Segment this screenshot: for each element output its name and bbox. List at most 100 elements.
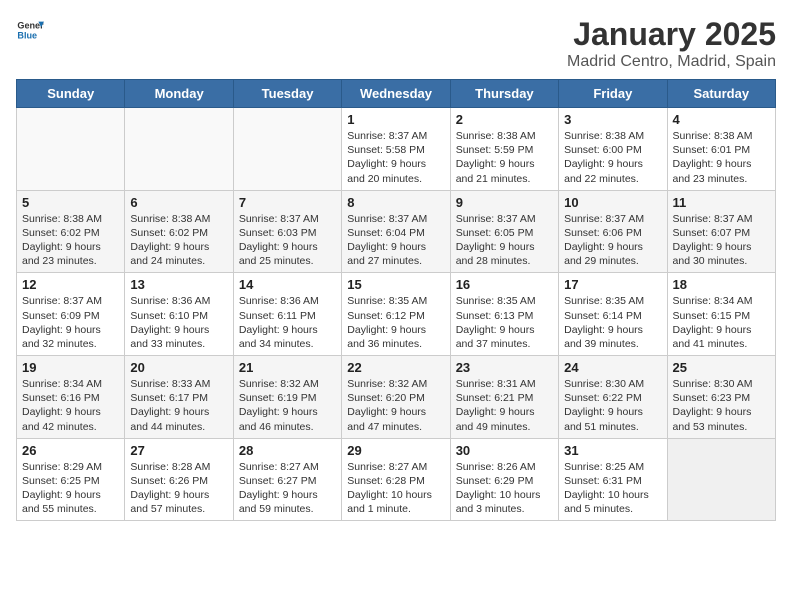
weekday-header: Wednesday [342,80,450,108]
day-number: 31 [564,443,661,458]
cell-content: Sunrise: 8:37 AM Sunset: 6:04 PM Dayligh… [347,212,444,269]
calendar-cell: 22 Sunrise: 8:32 AM Sunset: 6:20 PM Dayli… [342,356,450,439]
day-number: 25 [673,360,770,375]
day-number: 23 [456,360,553,375]
cell-content: Sunrise: 8:33 AM Sunset: 6:17 PM Dayligh… [130,377,227,434]
cell-content: Sunrise: 8:25 AM Sunset: 6:31 PM Dayligh… [564,460,661,517]
weekday-header: Thursday [450,80,558,108]
calendar-cell: 8 Sunrise: 8:37 AM Sunset: 6:04 PM Daylig… [342,190,450,273]
calendar-cell: 30 Sunrise: 8:26 AM Sunset: 6:29 PM Dayli… [450,438,558,521]
cell-content: Sunrise: 8:30 AM Sunset: 6:23 PM Dayligh… [673,377,770,434]
day-number: 15 [347,277,444,292]
calendar-cell: 2 Sunrise: 8:38 AM Sunset: 5:59 PM Daylig… [450,108,558,191]
location-title: Madrid Centro, Madrid, Spain [567,53,776,71]
cell-content: Sunrise: 8:38 AM Sunset: 6:01 PM Dayligh… [673,129,770,186]
cell-content: Sunrise: 8:38 AM Sunset: 6:02 PM Dayligh… [130,212,227,269]
cell-content: Sunrise: 8:35 AM Sunset: 6:14 PM Dayligh… [564,294,661,351]
cell-content: Sunrise: 8:37 AM Sunset: 6:07 PM Dayligh… [673,212,770,269]
weekday-header: Sunday [17,80,125,108]
cell-content: Sunrise: 8:31 AM Sunset: 6:21 PM Dayligh… [456,377,553,434]
calendar-cell: 18Sunrise: 8:34 AM Sunset: 6:15 PM Dayli… [667,273,775,356]
cell-content: Sunrise: 8:35 AM Sunset: 6:13 PM Dayligh… [456,294,553,351]
calendar-cell: 12 Sunrise: 8:37 AM Sunset: 6:09 PM Dayli… [17,273,125,356]
day-number: 9 [456,195,553,210]
month-title: January 2025 [567,16,776,53]
day-number: 24 [564,360,661,375]
day-number: 21 [239,360,336,375]
cell-content: Sunrise: 8:37 AM Sunset: 6:09 PM Dayligh… [22,294,119,351]
weekday-header: Monday [125,80,233,108]
cell-content: Sunrise: 8:37 AM Sunset: 6:03 PM Dayligh… [239,212,336,269]
calendar-cell: 16 Sunrise: 8:35 AM Sunset: 6:13 PM Dayli… [450,273,558,356]
calendar-cell: 25 Sunrise: 8:30 AM Sunset: 6:23 PM Dayli… [667,356,775,439]
day-number: 3 [564,112,661,127]
cell-content: Sunrise: 8:34 AM Sunset: 6:15 PM Dayligh… [673,294,770,351]
day-number: 26 [22,443,119,458]
calendar-cell [17,108,125,191]
cell-content: Sunrise: 8:38 AM Sunset: 5:59 PM Dayligh… [456,129,553,186]
calendar-cell: 29 Sunrise: 8:27 AM Sunset: 6:28 PM Dayli… [342,438,450,521]
day-number: 6 [130,195,227,210]
calendar-cell: 14 Sunrise: 8:36 AM Sunset: 6:11 PM Dayli… [233,273,341,356]
day-number: 13 [130,277,227,292]
weekday-header: Tuesday [233,80,341,108]
cell-content: Sunrise: 8:37 AM Sunset: 6:06 PM Dayligh… [564,212,661,269]
day-number: 12 [22,277,119,292]
cell-content: Sunrise: 8:35 AM Sunset: 6:12 PM Dayligh… [347,294,444,351]
calendar-cell: 27 Sunrise: 8:28 AM Sunset: 6:26 PM Dayli… [125,438,233,521]
calendar-cell: 5 Sunrise: 8:38 AM Sunset: 6:02 PM Daylig… [17,190,125,273]
cell-content: Sunrise: 8:34 AM Sunset: 6:16 PM Dayligh… [22,377,119,434]
calendar-cell: 26 Sunrise: 8:29 AM Sunset: 6:25 PM Dayli… [17,438,125,521]
calendar-cell: 9 Sunrise: 8:37 AM Sunset: 6:05 PM Daylig… [450,190,558,273]
day-number: 17 [564,277,661,292]
cell-content: Sunrise: 8:29 AM Sunset: 6:25 PM Dayligh… [22,460,119,517]
calendar-cell: 15 Sunrise: 8:35 AM Sunset: 6:12 PM Dayli… [342,273,450,356]
day-number: 14 [239,277,336,292]
calendar-cell: 10Sunrise: 8:37 AM Sunset: 6:06 PM Dayli… [559,190,667,273]
cell-content: Sunrise: 8:27 AM Sunset: 6:28 PM Dayligh… [347,460,444,517]
calendar-cell: 4 Sunrise: 8:38 AM Sunset: 6:01 PM Daylig… [667,108,775,191]
calendar: SundayMondayTuesdayWednesdayThursdayFrid… [16,79,776,521]
cell-content: Sunrise: 8:32 AM Sunset: 6:19 PM Dayligh… [239,377,336,434]
cell-content: Sunrise: 8:38 AM Sunset: 6:02 PM Dayligh… [22,212,119,269]
day-number: 2 [456,112,553,127]
cell-content: Sunrise: 8:30 AM Sunset: 6:22 PM Dayligh… [564,377,661,434]
calendar-cell: 13 Sunrise: 8:36 AM Sunset: 6:10 PM Dayli… [125,273,233,356]
calendar-cell: 21 Sunrise: 8:32 AM Sunset: 6:19 PM Dayli… [233,356,341,439]
day-number: 29 [347,443,444,458]
cell-content: Sunrise: 8:27 AM Sunset: 6:27 PM Dayligh… [239,460,336,517]
calendar-cell [233,108,341,191]
cell-content: Sunrise: 8:36 AM Sunset: 6:10 PM Dayligh… [130,294,227,351]
logo: General Blue [16,16,44,44]
cell-content: Sunrise: 8:32 AM Sunset: 6:20 PM Dayligh… [347,377,444,434]
day-number: 7 [239,195,336,210]
calendar-cell: 11 Sunrise: 8:37 AM Sunset: 6:07 PM Dayli… [667,190,775,273]
day-number: 4 [673,112,770,127]
cell-content: Sunrise: 8:26 AM Sunset: 6:29 PM Dayligh… [456,460,553,517]
calendar-cell: 6 Sunrise: 8:38 AM Sunset: 6:02 PM Daylig… [125,190,233,273]
cell-content: Sunrise: 8:37 AM Sunset: 5:58 PM Dayligh… [347,129,444,186]
calendar-cell: 28 Sunrise: 8:27 AM Sunset: 6:27 PM Dayli… [233,438,341,521]
day-number: 8 [347,195,444,210]
day-number: 11 [673,195,770,210]
calendar-cell: 17 Sunrise: 8:35 AM Sunset: 6:14 PM Dayli… [559,273,667,356]
cell-content: Sunrise: 8:38 AM Sunset: 6:00 PM Dayligh… [564,129,661,186]
cell-content: Sunrise: 8:37 AM Sunset: 6:05 PM Dayligh… [456,212,553,269]
calendar-cell: 19 Sunrise: 8:34 AM Sunset: 6:16 PM Dayli… [17,356,125,439]
day-number: 30 [456,443,553,458]
calendar-cell: 24 Sunrise: 8:30 AM Sunset: 6:22 PM Dayli… [559,356,667,439]
day-number: 16 [456,277,553,292]
cell-content: Sunrise: 8:28 AM Sunset: 6:26 PM Dayligh… [130,460,227,517]
calendar-cell: 31 Sunrise: 8:25 AM Sunset: 6:31 PM Dayli… [559,438,667,521]
calendar-cell: 23 Sunrise: 8:31 AM Sunset: 6:21 PM Dayli… [450,356,558,439]
cell-content: Sunrise: 8:36 AM Sunset: 6:11 PM Dayligh… [239,294,336,351]
weekday-header: Friday [559,80,667,108]
svg-text:Blue: Blue [17,30,37,40]
day-number: 28 [239,443,336,458]
day-number: 5 [22,195,119,210]
day-number: 27 [130,443,227,458]
calendar-cell: 1Sunrise: 8:37 AM Sunset: 5:58 PM Daylig… [342,108,450,191]
day-number: 22 [347,360,444,375]
day-number: 19 [22,360,119,375]
calendar-cell: 20Sunrise: 8:33 AM Sunset: 6:17 PM Dayli… [125,356,233,439]
